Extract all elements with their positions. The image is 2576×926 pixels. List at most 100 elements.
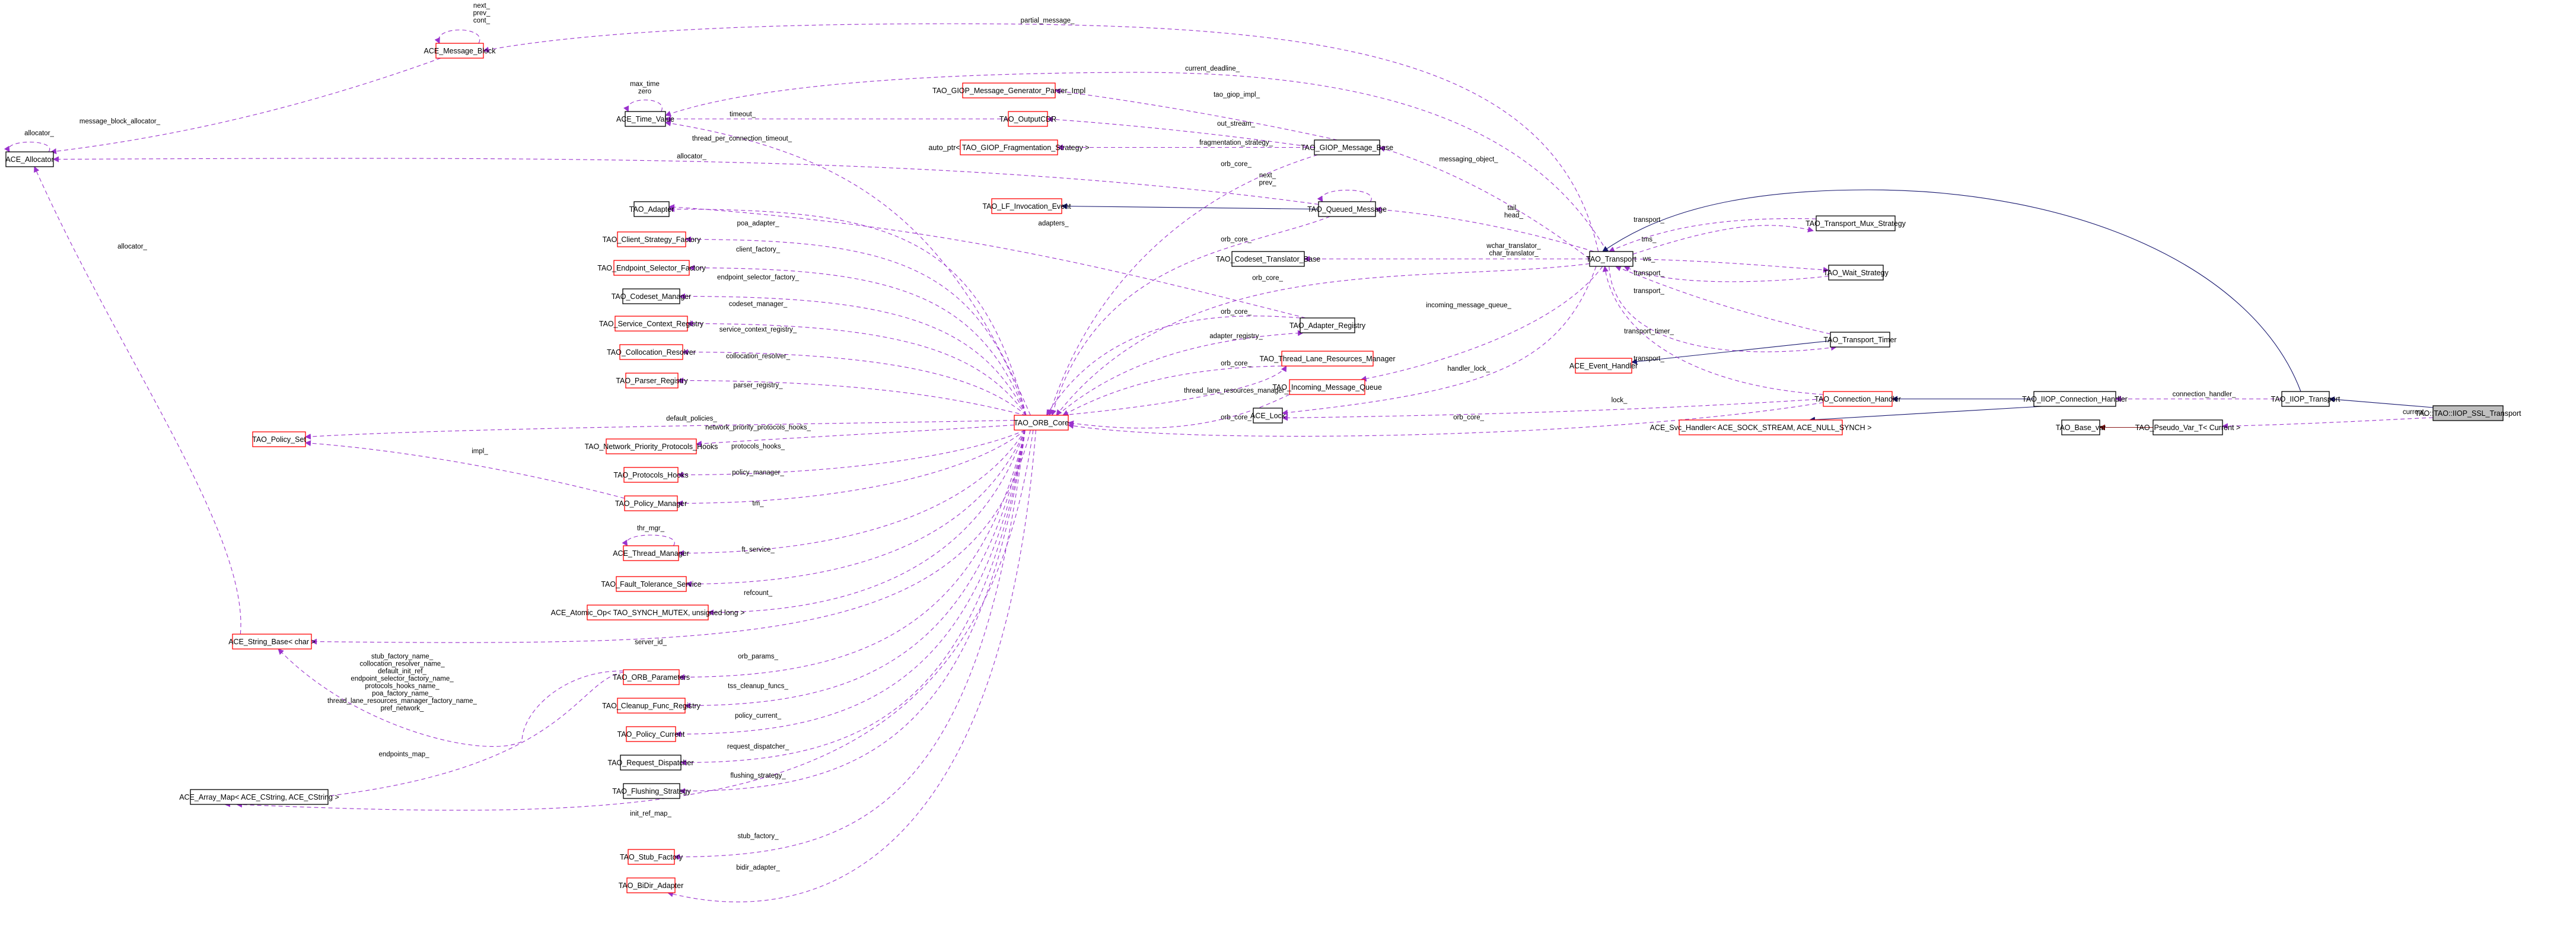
class-node-orbparams[interactable]: TAO_ORB_Parameters [613, 669, 690, 685]
class-name[interactable]: TAO_Queued_Message [1307, 205, 1387, 214]
class-name[interactable]: TAO_Collocation_Resolver [607, 348, 696, 357]
class-name[interactable]: TAO_Policy_Current [617, 730, 685, 739]
class-node-timevalue[interactable]: ACE_Time_Value [616, 111, 674, 127]
class-name[interactable]: TAO_Codeset_Manager [612, 292, 692, 301]
class-name[interactable]: ACE_Lock [1250, 412, 1286, 420]
class-node-inqueue[interactable]: TAO_Incoming_Message_Queue [1272, 379, 1382, 395]
class-node-giopimpl[interactable]: TAO_GIOP_Message_Generator_Parser_Impl [932, 82, 1085, 98]
class-node-adapter[interactable]: TAO_Adapter [629, 201, 674, 217]
class-name[interactable]: TAO_Flushing_Strategy [612, 787, 691, 795]
class-node-lfevent[interactable]: TAO_LF_Invocation_Event [982, 198, 1071, 214]
class-name[interactable]: TAO_Policy_Manager [615, 499, 687, 508]
class-node-ssltransport[interactable]: TAO::TAO::IIOP_SSL_Transport [2415, 405, 2522, 421]
class-name[interactable]: TAO_Wait_Strategy [1823, 269, 1889, 277]
class-name[interactable]: TAO_ORB_Core [1014, 419, 1069, 427]
class-name[interactable]: TAO_Codeset_Translator_Base [1216, 255, 1321, 263]
class-node-stringbase[interactable]: ACE_String_Base< char > [228, 634, 316, 650]
class-node-parser[interactable]: TAO_Parser_Registry [616, 373, 688, 389]
class-name[interactable]: TAO_Transport_Timer [1823, 336, 1896, 344]
class-name[interactable]: TAO_Client_Strategy_Factory [603, 236, 702, 244]
class-name[interactable]: TAO_IIOP_Connection_Handler [2022, 395, 2128, 403]
class-name[interactable]: TAO_Parser_Registry [616, 377, 688, 385]
class-name[interactable]: ACE_Message_Block [424, 47, 496, 55]
class-name[interactable]: TAO_Service_Context_Registry [599, 320, 704, 328]
class-node-lock[interactable]: ACE_Lock [1250, 408, 1286, 424]
class-node-protohooks[interactable]: TAO_Protocols_Hooks [613, 467, 689, 483]
class-node-iioptransport[interactable]: TAO_IIOP_Transport [2271, 391, 2341, 407]
class-name[interactable]: TAO_Adapter [629, 205, 674, 214]
class-node-codesettrans[interactable]: TAO_Codeset_Translator_Base [1216, 251, 1321, 267]
class-name[interactable]: TAO_OutputCDR [999, 115, 1056, 123]
class-name[interactable]: TAO_Incoming_Message_Queue [1272, 383, 1382, 392]
class-name[interactable]: TAO_Adapter_Registry [1289, 322, 1366, 330]
class-name[interactable]: TAO_BiDir_Adapter [619, 882, 684, 890]
class-node-netprio[interactable]: TAO_Network_Priority_Protocols_Hooks [585, 438, 718, 454]
class-node-thrmgr[interactable]: ACE_Thread_Manager [613, 545, 689, 561]
class-name[interactable]: TAO::TAO::IIOP_SSL_Transport [2415, 409, 2522, 418]
class-node-reqdisp[interactable]: TAO_Request_Dispatcher [608, 755, 694, 771]
class-name[interactable]: TAO_GIOP_Message_Generator_Parser_Impl [932, 87, 1085, 95]
class-node-queued[interactable]: TAO_Queued_Message [1307, 201, 1387, 217]
class-name[interactable]: TAO_Transport_Mux_Strategy [1806, 219, 1906, 228]
class-node-arraymap[interactable]: ACE_Array_Map< ACE_CString, ACE_CString … [179, 789, 339, 805]
class-node-endpointsf[interactable]: TAO_Endpoint_Selector_Factory [597, 260, 706, 276]
class-node-eventhandler[interactable]: ACE_Event_Handler [1569, 358, 1638, 374]
class-node-colloc[interactable]: TAO_Collocation_Resolver [607, 344, 696, 360]
class-name[interactable]: ACE_Allocator [5, 155, 53, 164]
class-node-stubfactory[interactable]: TAO_Stub_Factory [620, 849, 683, 865]
class-name[interactable]: TAO_Connection_Handler [1814, 395, 1901, 403]
class-node-flushing[interactable]: TAO_Flushing_Strategy [612, 783, 691, 799]
class-node-svcctx[interactable]: TAO_Service_Context_Registry [599, 316, 704, 332]
class-node-basevar[interactable]: TAO_Base_var [2056, 419, 2106, 435]
class-name[interactable]: TAO_Endpoint_Selector_Factory [597, 264, 706, 272]
class-name[interactable]: TAO_Base_var [2056, 424, 2106, 432]
class-node-msgblock[interactable]: ACE_Message_Block [424, 43, 496, 59]
class-node-atomic[interactable]: ACE_Atomic_Op< TAO_SYNCH_MUTEX, unsigned… [551, 604, 745, 620]
class-node-giopbase[interactable]: TAO_GIOP_Message_Base [1301, 139, 1393, 155]
class-node-timer[interactable]: TAO_Transport_Timer [1823, 332, 1897, 348]
class-node-cleanup[interactable]: TAO_Cleanup_Func_Registry [602, 698, 701, 714]
class-name[interactable]: TAO_Network_Priority_Protocols_Hooks [585, 443, 718, 451]
class-node-clientsf[interactable]: TAO_Client_Strategy_Factory [603, 231, 702, 247]
class-name[interactable]: TAO_IIOP_Transport [2271, 395, 2341, 403]
class-name[interactable]: TAO_GIOP_Message_Base [1301, 144, 1393, 152]
class-node-adapterreg[interactable]: TAO_Adapter_Registry [1289, 317, 1366, 333]
class-name[interactable]: TAO_Fault_Tolerance_Service [601, 580, 701, 588]
class-name[interactable]: auto_ptr< TAO_GIOP_Fragmentation_Strateg… [928, 144, 1089, 152]
class-name[interactable]: TAO_LF_Invocation_Event [982, 202, 1071, 211]
class-node-policymgr[interactable]: TAO_Policy_Manager [615, 495, 687, 511]
class-name[interactable]: TAO_Policy_Set [252, 435, 306, 444]
class-name[interactable]: TAO_Protocols_Hooks [613, 471, 688, 479]
class-node-tlrm[interactable]: TAO_Thread_Lane_Resources_Manager [1259, 351, 1396, 367]
class-name[interactable]: TAO_Stub_Factory [620, 853, 683, 861]
class-name[interactable]: ACE_Atomic_Op< TAO_SYNCH_MUTEX, unsigned… [551, 609, 745, 617]
class-name[interactable]: TAO_Request_Dispatcher [608, 759, 694, 767]
class-node-policyset[interactable]: TAO_Policy_Set [252, 431, 306, 447]
class-name[interactable]: TAO_ORB_Parameters [613, 673, 690, 682]
class-name[interactable]: TAO_Transport [1586, 255, 1636, 263]
class-node-waitstrat[interactable]: TAO_Wait_Strategy [1823, 265, 1889, 281]
class-name[interactable]: ACE_Thread_Manager [613, 549, 689, 558]
class-name[interactable]: ACE_Svc_Handler< ACE_SOCK_STREAM, ACE_NU… [1650, 424, 1872, 432]
class-name[interactable]: ACE_Array_Map< ACE_CString, ACE_CString … [179, 793, 339, 801]
class-name[interactable]: ACE_String_Base< char > [228, 638, 316, 646]
class-node-codesetmgr[interactable]: TAO_Codeset_Manager [612, 288, 692, 304]
class-node-connhandler[interactable]: TAO_Connection_Handler [1814, 391, 1901, 407]
class-node-alloc[interactable]: ACE_Allocator [5, 151, 54, 167]
class-node-transport[interactable]: TAO_Transport [1586, 251, 1636, 267]
class-node-muxstrat[interactable]: TAO_Transport_Mux_Strategy [1806, 215, 1906, 231]
class-node-fragstrat[interactable]: auto_ptr< TAO_GIOP_Fragmentation_Strateg… [928, 139, 1090, 155]
class-node-orbcore[interactable]: TAO_ORB_Core [1014, 415, 1069, 431]
class-name[interactable]: TAO_Thread_Lane_Resources_Manager [1259, 355, 1395, 363]
class-node-bidir[interactable]: TAO_BiDir_Adapter [619, 877, 684, 893]
class-node-svchandler[interactable]: ACE_Svc_Handler< ACE_SOCK_STREAM, ACE_NU… [1650, 419, 1872, 435]
class-name[interactable]: ACE_Event_Handler [1569, 362, 1638, 370]
class-name[interactable]: ACE_Time_Value [616, 115, 674, 123]
class-node-outcdr[interactable]: TAO_OutputCDR [999, 111, 1056, 127]
class-name[interactable]: TAO_Pseudo_Var_T< Current > [2135, 424, 2240, 432]
class-node-polcurrent[interactable]: TAO_Policy_Current [617, 726, 685, 742]
class-node-pseudovar[interactable]: TAO_Pseudo_Var_T< Current > [2135, 419, 2240, 435]
class-node-iiopconn[interactable]: TAO_IIOP_Connection_Handler [2022, 391, 2128, 407]
class-name[interactable]: TAO_Cleanup_Func_Registry [602, 702, 701, 710]
class-node-ftservice[interactable]: TAO_Fault_Tolerance_Service [601, 576, 702, 592]
